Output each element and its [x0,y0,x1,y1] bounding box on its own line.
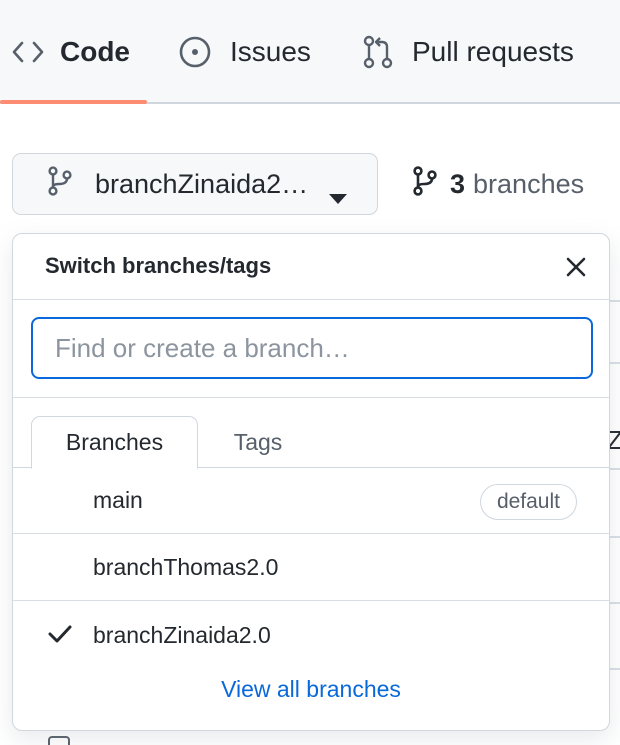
row-divider [610,362,620,364]
issue-opened-icon [178,35,212,69]
dropdown-title: Switch branches/tags [45,253,272,278]
dropdown-header: Switch branches/tags [13,234,609,300]
git-branch-icon [412,165,438,203]
caret-down-icon [329,180,347,211]
row-divider [610,668,620,670]
branches-count-link[interactable]: 3 branches [412,153,584,215]
git-branch-icon [47,165,73,203]
tab-issues-label: Issues [230,36,311,67]
ref-type-tabs: Branches Tags [13,398,609,469]
tab-tags[interactable]: Tags [213,416,303,469]
tab-code-label: Code [60,36,130,67]
active-tab-underline [0,100,147,104]
row-divider [610,300,620,302]
current-branch-name: branchZinaida2… [95,168,309,199]
check-icon [47,623,73,651]
tab-code[interactable]: Code [12,0,130,104]
code-icon [12,40,44,64]
repo-tab-nav: Code Issues Pull requests [0,0,620,104]
git-pull-request-icon [362,34,394,70]
close-button[interactable] [563,254,589,280]
switch-branches-dropdown: Switch branches/tags Branches Tags main … [12,233,610,731]
tab-pull-requests[interactable]: Pull requests [362,0,574,104]
branch-item-branchthomas[interactable]: branchThomas2.0 [13,535,609,601]
row-divider [610,536,620,538]
branches-label: branches [473,168,585,199]
row-divider [610,602,620,604]
branch-item-label: main [93,487,143,513]
branch-item-branchzinaida[interactable]: branchZinaida2.0 [13,602,609,668]
row-divider [610,468,620,470]
close-icon [566,257,586,277]
branch-item-main[interactable]: main default [13,468,609,534]
branch-item-label: branchThomas2.0 [93,554,279,580]
page: Code Issues Pull requests branchZinaida2… [0,0,620,745]
background-checkbox [48,736,70,745]
tab-branches[interactable]: Branches [31,416,198,469]
file-list-background [610,240,620,745]
default-badge: default [479,484,577,520]
branch-filter-input[interactable] [31,317,593,379]
filter-section [13,300,609,398]
tab-issues[interactable]: Issues [178,0,311,104]
view-all-branches-link[interactable]: View all branches [13,676,609,703]
tab-pull-requests-label: Pull requests [412,36,574,67]
branch-item-label: branchZinaida2.0 [93,621,271,648]
branches-count: 3 [450,168,466,199]
branch-select-button[interactable]: branchZinaida2… [12,153,378,215]
